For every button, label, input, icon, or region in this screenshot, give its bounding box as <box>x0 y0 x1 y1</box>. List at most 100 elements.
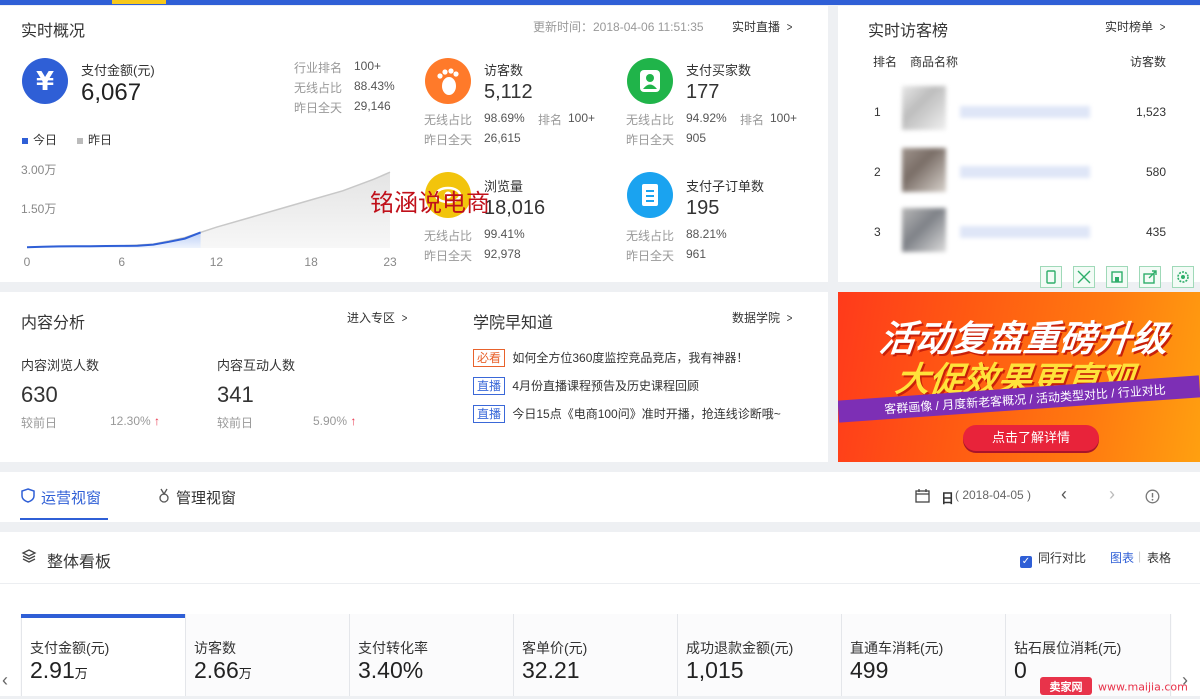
buyers-wireless-value: 94.92% <box>686 111 727 125</box>
metric-label: 直通车消耗(元) <box>850 640 944 656</box>
metric-visitors[interactable]: 访客数 2.66万 <box>185 614 349 696</box>
metric-label: 访客数 <box>194 640 236 656</box>
product-thumb[interactable] <box>902 86 946 130</box>
metric-unit: 万 <box>238 666 252 681</box>
share-icon[interactable] <box>1139 266 1161 288</box>
industry-rank-label: 行业排名 <box>294 61 343 75</box>
metric-label: 客单价(元) <box>522 640 588 656</box>
live-link-label: 实时直播 <box>732 20 781 34</box>
top-active-marker <box>112 0 166 4</box>
col-visitors: 访客数 <box>1130 55 1167 69</box>
chevron-right-icon: > <box>401 311 408 325</box>
pageviews-wireless-value: 99.41% <box>484 227 525 241</box>
product-name-blurred[interactable] <box>960 106 1090 118</box>
rank-row-3-visitors: 435 <box>1145 225 1166 239</box>
academy-item[interactable]: 必看 如何全方位360度监控竞品竞店，我有神器！ <box>473 349 748 367</box>
suborders-yesterday-label: 昨日全天 <box>626 249 675 263</box>
buyers-yesterday-label: 昨日全天 <box>626 133 675 147</box>
scroll-left-button[interactable]: ‹ <box>2 670 8 691</box>
visitor-rank-link-label: 实时榜单 <box>1105 20 1154 34</box>
metric-payment[interactable]: 支付金额(元) 2.91万 <box>21 614 185 696</box>
save-icon[interactable] <box>1106 266 1128 288</box>
metric-number: 3.40% <box>358 657 424 683</box>
promo-banner[interactable]: 活动复盘重磅升级 大促效果更直观 客群画像 / 月度新老客概况 / 活动类型对比… <box>838 292 1200 462</box>
buyers-yesterday-value: 905 <box>686 131 707 145</box>
buyers-value: 177 <box>686 81 720 103</box>
suborders-yesterday-value: 961 <box>686 247 707 261</box>
metric-value: 499 <box>850 657 888 684</box>
metric-label: 钻石展位消耗(元) <box>1014 640 1122 656</box>
arrow-up-icon: ↑ <box>350 414 357 428</box>
checkbox-checked-icon: ✓ <box>1020 556 1032 568</box>
academy-item-text: 今日15点《电商100问》准时开播，抢连线诊断哦~ <box>512 407 781 421</box>
payment-wireless-label: 无线占比 <box>294 81 343 95</box>
metric-ztc[interactable]: 直通车消耗(元) 499 <box>841 614 1005 696</box>
buyers-rank-value: 100+ <box>770 111 798 125</box>
top-accent-bar <box>0 0 1200 5</box>
shield-icon <box>21 488 35 507</box>
content-panel: 内容分析 进入专区 > 内容浏览人数 630 较前日 12.30% ↑ 内容互动人… <box>0 292 828 462</box>
watermark-text: 铭涵说电商 <box>370 189 490 217</box>
metric-unit-price[interactable]: 客单价(元) 32.21 <box>513 614 677 696</box>
chevron-right-icon: > <box>1159 20 1166 34</box>
svg-text:¥: ¥ <box>36 67 54 97</box>
metric-number: 0 <box>1014 657 1027 683</box>
product-name-blurred[interactable] <box>960 226 1090 238</box>
academy-link[interactable]: 数据学院 > <box>732 309 793 326</box>
legend-today-swatch <box>22 137 28 144</box>
clipboard-icon <box>627 172 673 218</box>
academy-item[interactable]: 直播 今日15点《电商100问》准时开播，抢连线诊断哦~ <box>473 405 781 423</box>
phone-icon[interactable] <box>1040 266 1062 288</box>
product-thumb[interactable] <box>902 148 946 192</box>
pageviews-yesterday-value: 92,978 <box>484 247 521 261</box>
content-interact-value: 341 <box>217 382 254 407</box>
x-tick-label: 6 <box>118 255 125 269</box>
next-date-button[interactable]: › <box>1109 484 1115 505</box>
metric-label: 成功退款金额(元) <box>686 640 794 656</box>
realtime-chart[interactable]: 3.00万 1.50万 0 6 12 18 23 <box>0 146 410 276</box>
content-browse-value: 630 <box>21 382 58 407</box>
live-tag: 直播 <box>473 405 506 423</box>
payment-yesterday-value: 29,146 <box>354 99 391 113</box>
banner-detail-button[interactable]: 点击了解详情 <box>963 425 1099 451</box>
live-link[interactable]: 实时直播 > <box>732 18 793 35</box>
view-separator: | <box>1138 549 1142 563</box>
suborders-value: 195 <box>686 197 720 219</box>
tab-ops[interactable]: 运营视窗 <box>21 487 101 508</box>
tab-mgmt[interactable]: 管理视窗 <box>158 487 236 508</box>
product-name-blurred[interactable] <box>960 166 1090 178</box>
tab-ops-label: 运营视窗 <box>41 490 102 507</box>
payment-value: 6,067 <box>81 79 142 106</box>
payment-yesterday-label: 昨日全天 <box>294 101 343 115</box>
visitor-rank-title: 实时访客榜 <box>868 23 949 40</box>
visitors-yesterday-value: 26,615 <box>484 131 521 145</box>
academy-item[interactable]: 直播 4月份直播课程预告及历史课程回顾 <box>473 377 699 395</box>
content-interact-label: 内容互动人数 <box>217 358 296 373</box>
payment-label: 支付金额(元) <box>81 63 155 78</box>
calendar-icon[interactable] <box>915 488 930 506</box>
settings-icon[interactable] <box>1172 266 1194 288</box>
day-label[interactable]: 日 <box>941 488 954 507</box>
metric-value: 32.21 <box>522 657 580 684</box>
legend-today-label: 今日 <box>33 133 58 147</box>
view-table-link[interactable]: 表格 <box>1147 549 1171 566</box>
tab-mgmt-label: 管理视窗 <box>176 490 237 507</box>
visitor-rank-link[interactable]: 实时榜单 > <box>1105 18 1166 35</box>
expand-icon[interactable] <box>1073 266 1095 288</box>
metric-number: 32.21 <box>522 657 580 683</box>
academy-item-text: 4月份直播课程预告及历史课程回顾 <box>512 379 700 393</box>
content-link[interactable]: 进入专区 > <box>347 309 408 326</box>
metric-number: 1,015 <box>686 657 744 683</box>
dashboard-title: 整体看板 <box>47 554 112 571</box>
view-chart-link[interactable]: 图表 <box>1110 549 1134 566</box>
product-thumb[interactable] <box>902 208 946 252</box>
info-icon[interactable] <box>1145 489 1160 507</box>
prev-date-button[interactable]: ‹ <box>1061 484 1067 505</box>
metric-conversion[interactable]: 支付转化率 3.40% <box>349 614 513 696</box>
metric-refund[interactable]: 成功退款金额(元) 1,015 <box>677 614 841 696</box>
metric-number: 2.91 <box>30 657 75 683</box>
yuan-icon: ¥ <box>22 58 68 104</box>
realtime-panel: 实时概况 更新时间：2018-04-06 11:51:35 实时直播 > ¥ 支付… <box>0 6 828 282</box>
peer-compare-toggle[interactable]: ✓ 同行对比 <box>1020 549 1086 568</box>
browse-cmp-pct: 12.30% <box>110 414 151 428</box>
